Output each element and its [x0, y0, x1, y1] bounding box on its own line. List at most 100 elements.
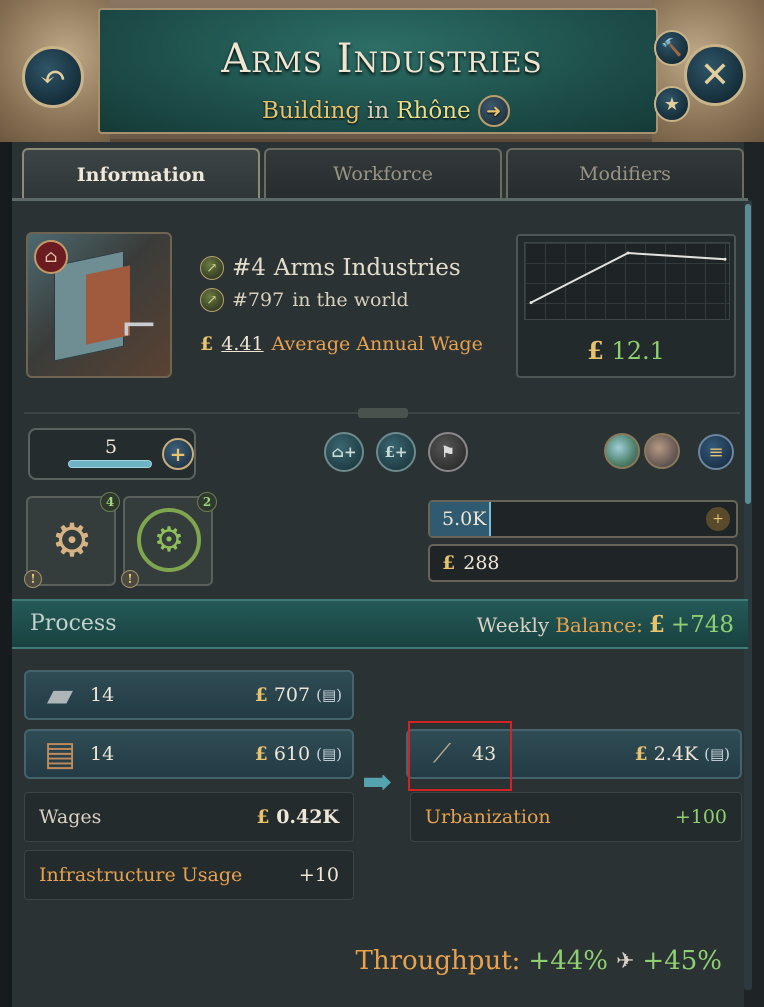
throughput-potential: +45%: [642, 946, 722, 976]
wages-label: Wages: [39, 806, 102, 828]
rank-number: #4: [232, 255, 266, 281]
no-automation-icon: ⚙: [137, 508, 201, 572]
pound-plus-icon: £+: [384, 443, 408, 461]
build-button[interactable]: ⌂+: [324, 432, 364, 472]
building-image: ⌐ ⌂: [26, 232, 172, 378]
workforce-bar[interactable]: 5.0K +: [428, 500, 738, 538]
flag-icon: ⚑: [441, 443, 455, 461]
input-wood[interactable]: ▤ 14 £ 610 (▤): [24, 729, 354, 779]
hire-icon[interactable]: +: [706, 507, 730, 531]
house-plus-icon: ⌂+: [331, 443, 357, 461]
price-value: 707: [273, 684, 311, 706]
input-amount: 14: [90, 684, 115, 706]
chart-value-number: 12.1: [611, 337, 665, 365]
throughput[interactable]: Throughput: +44% ✈ +45%: [356, 946, 723, 976]
warning-icon: !: [24, 570, 42, 588]
average-wage: £ 4.41 Average Annual Wage: [200, 333, 483, 355]
world-rank: ↗ #797 in the world: [200, 288, 409, 312]
weekly-balance: Weekly Balance: £ +748: [477, 611, 734, 638]
weekly-label: Weekly: [476, 612, 550, 637]
pound-icon: £: [254, 684, 268, 706]
plane-icon: ✈: [615, 948, 635, 974]
tab-modifiers[interactable]: Modifiers: [506, 148, 744, 198]
wood-icon: ▤: [43, 734, 77, 774]
country-rank: ↗ #4 Arms Industries: [200, 255, 461, 281]
cash-reserves[interactable]: £ 288: [428, 544, 738, 582]
arrow-right-icon: ➜: [486, 100, 502, 122]
scrollbar[interactable]: [744, 200, 752, 990]
urbanization-row[interactable]: Urbanization +100: [410, 792, 742, 842]
scrollbar-thumb[interactable]: [745, 204, 751, 504]
coins-icon: (▤): [316, 686, 342, 704]
pound-icon: £: [256, 806, 270, 828]
star-icon: ★: [663, 93, 681, 115]
level-bar: [68, 460, 152, 468]
workforce-value: 5.0K: [442, 508, 487, 530]
urbanization-label: Urbanization: [425, 806, 551, 828]
balance-value: +748: [670, 611, 734, 638]
pound-icon: £: [442, 552, 456, 574]
urbanization-value: +100: [674, 806, 727, 828]
page-title: Arms Industries: [221, 36, 543, 82]
nationalize-button[interactable]: ⚑: [428, 432, 468, 472]
process-title: Process: [30, 611, 117, 636]
divider-ornament: [358, 408, 408, 418]
chart-value: £ 12.1: [518, 336, 734, 365]
subtitle-building: Building: [262, 98, 361, 124]
wage-value[interactable]: 4.41: [221, 333, 263, 355]
revolver-icon: ⌐: [119, 299, 159, 353]
infrastructure-value: +10: [298, 864, 339, 886]
process-arrow-icon: ➡: [362, 762, 393, 803]
plus-icon: +: [169, 442, 187, 466]
subtitle: Building in Rhône ➜: [262, 94, 510, 128]
throughput-value: +44%: [528, 946, 608, 976]
rank-up-icon: ↗: [200, 256, 224, 280]
wage-label: Average Annual Wage: [271, 333, 483, 355]
pound-icon: £: [648, 611, 665, 638]
output-price: £ 2.4K (▤): [634, 743, 730, 765]
wages-value: 0.42K: [276, 806, 339, 828]
input-price: £ 610 (▤): [255, 743, 342, 765]
price-value: 2.4K: [653, 743, 699, 765]
go-to-location-button[interactable]: ➜: [477, 95, 510, 127]
balance-label: Balance:: [555, 612, 643, 637]
chart-series-line: [530, 251, 726, 304]
star-button[interactable]: ★: [654, 86, 690, 122]
warning-icon: !: [121, 570, 139, 588]
coins-icon: (▤): [316, 745, 342, 763]
tab-information[interactable]: Information: [22, 148, 260, 200]
subsidize-button[interactable]: £+: [376, 432, 416, 472]
level-value: 5: [104, 436, 118, 458]
menu-icon: ≡: [708, 441, 724, 463]
input-iron[interactable]: ▰ 14 £ 707 (▤): [24, 670, 354, 720]
wages-row[interactable]: Wages £ 0.42K: [24, 792, 354, 842]
production-method-ownership[interactable]: ⚙ 2 !: [121, 492, 217, 588]
rank-name: Arms Industries: [273, 255, 461, 281]
productivity-chart[interactable]: £ 12.1: [516, 234, 736, 378]
pound-icon: £: [200, 333, 214, 355]
machinery-icon: ⚙: [51, 513, 93, 567]
tab-workforce[interactable]: Workforce: [264, 148, 502, 198]
building-group-icon[interactable]: [644, 433, 680, 469]
chart-point: [626, 251, 630, 255]
rank-up-icon: ↗: [200, 288, 224, 312]
chart-point: [723, 257, 727, 261]
coins-icon: (▤): [704, 745, 730, 763]
highlight-annotation: [408, 721, 512, 791]
option-count-badge: 4: [100, 492, 120, 512]
expand-level-button[interactable]: +: [162, 438, 194, 470]
wages-value-group: £ 0.42K: [256, 806, 339, 828]
subtitle-place[interactable]: Rhône: [396, 98, 470, 124]
pound-icon: £: [254, 743, 268, 765]
world-rank-suffix: in the world: [292, 289, 409, 311]
building-owner-badge[interactable]: ⌂: [34, 240, 68, 274]
infrastructure-label: Infrastructure Usage: [39, 864, 243, 886]
state-resource-icon[interactable]: [604, 433, 640, 469]
infrastructure-row[interactable]: Infrastructure Usage +10: [24, 850, 354, 900]
pound-icon: £: [634, 743, 648, 765]
price-value: 610: [273, 743, 311, 765]
menu-button[interactable]: ≡: [698, 434, 734, 470]
chart-plot: [524, 242, 730, 320]
cash-value: 288: [463, 552, 500, 574]
production-method-automation[interactable]: ⚙ 4 !: [24, 492, 120, 588]
